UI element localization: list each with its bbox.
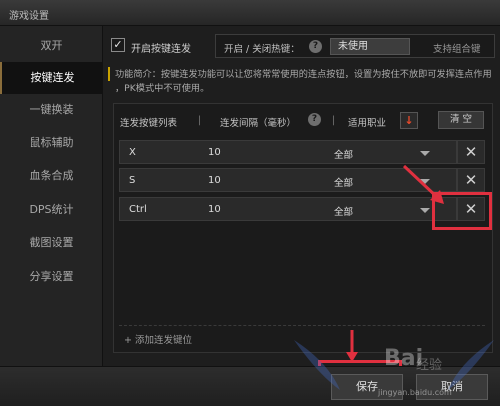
column-separator: | — [198, 115, 202, 126]
row-key: Ctrl — [129, 204, 147, 215]
sidebar-item-hp-bar-merge[interactable]: 血条合成 — [0, 160, 103, 192]
row-editor[interactable]: Ctrl 10 全部 — [119, 197, 457, 221]
footer-bar: 保存 取消 — [0, 366, 500, 406]
column-header-interval: 连发间隔（毫秒） — [220, 118, 297, 129]
notice-line: 功能简介：按键连发功能可以让您将常常使用的连点按钮，设置为按住不放即可发挥连点作… — [115, 69, 492, 80]
table-row: X 10 全部 ✕ — [119, 140, 485, 164]
add-key-row[interactable]: + 添加连发键位 — [119, 325, 485, 346]
feature-description: 功能简介：按键连发功能可以让您将常常使用的连点按钮，设置为按住不放即可发挥连点作… — [115, 68, 495, 96]
hotkey-input[interactable]: 未使用 — [330, 38, 410, 55]
delete-row-button[interactable]: ✕ — [457, 140, 485, 164]
cancel-button[interactable]: 取消 — [416, 374, 488, 400]
chevron-down-icon[interactable] — [420, 179, 430, 184]
column-separator: | — [332, 115, 336, 126]
table-row: Ctrl 10 全部 ✕ — [119, 197, 485, 221]
help-icon[interactable]: ? — [309, 40, 322, 53]
row-interval[interactable]: 10 — [208, 175, 221, 186]
combo-key-label: 支持组合键 — [433, 44, 481, 55]
table-row: S 10 全部 ✕ — [119, 168, 485, 192]
row-key: X — [129, 147, 136, 158]
clear-button[interactable]: 清 空 — [438, 111, 484, 129]
column-header-job: 适用职业 — [348, 118, 387, 129]
sidebar-item-key-repeat[interactable]: 按键连发 — [0, 62, 103, 94]
add-key-label: + 添加连发键位 — [124, 335, 192, 346]
highlight-box — [432, 192, 492, 230]
chevron-down-icon[interactable] — [420, 151, 430, 156]
hotkey-label: 开启 / 关闭热键： — [224, 44, 300, 55]
save-button[interactable]: 保存 — [331, 374, 403, 400]
notice-marker — [108, 67, 110, 81]
row-key: S — [129, 175, 136, 186]
row-job: 全部 — [334, 207, 354, 218]
column-header-key: 连发按键列表 — [120, 118, 178, 129]
notice-line: ，PK模式中不可使用。 — [115, 83, 210, 94]
row-interval[interactable]: 10 — [208, 204, 221, 215]
check-icon: ✓ — [113, 38, 123, 51]
sort-down-icon[interactable]: ↓ — [400, 112, 418, 129]
sidebar-item-share[interactable]: 分享设置 — [0, 261, 103, 293]
chevron-down-icon[interactable] — [420, 208, 430, 213]
delete-row-button[interactable]: ✕ — [457, 168, 485, 192]
row-job: 全部 — [334, 178, 354, 189]
window-title: 游戏设置 — [9, 11, 49, 22]
title-bar: 游戏设置 — [0, 0, 500, 26]
row-job: 全部 — [334, 150, 354, 161]
enable-label: 开启按键连发 — [131, 44, 191, 55]
row-editor[interactable]: S 10 全部 — [119, 168, 457, 192]
enable-checkbox[interactable]: ✓ — [111, 38, 125, 52]
sidebar-item-dps-stats[interactable]: DPS统计 — [0, 194, 103, 226]
help-icon[interactable]: ? — [308, 113, 321, 126]
sidebar-item-one-click-outfit[interactable]: 一键换装 — [0, 94, 103, 126]
hotkey-group: 开启 / 关闭热键： ? 未使用 支持组合键 — [215, 34, 495, 58]
sidebar-item-mouse-assist[interactable]: 鼠标辅助 — [0, 127, 103, 159]
sidebar-item-dual-open[interactable]: 双开 — [0, 30, 103, 62]
row-editor[interactable]: X 10 全部 — [119, 140, 457, 164]
sidebar-item-screenshot[interactable]: 截图设置 — [0, 227, 103, 259]
row-interval[interactable]: 10 — [208, 147, 221, 158]
sidebar: 双开 按键连发 一键换装 鼠标辅助 血条合成 DPS统计 截图设置 分享设置 — [0, 26, 103, 366]
